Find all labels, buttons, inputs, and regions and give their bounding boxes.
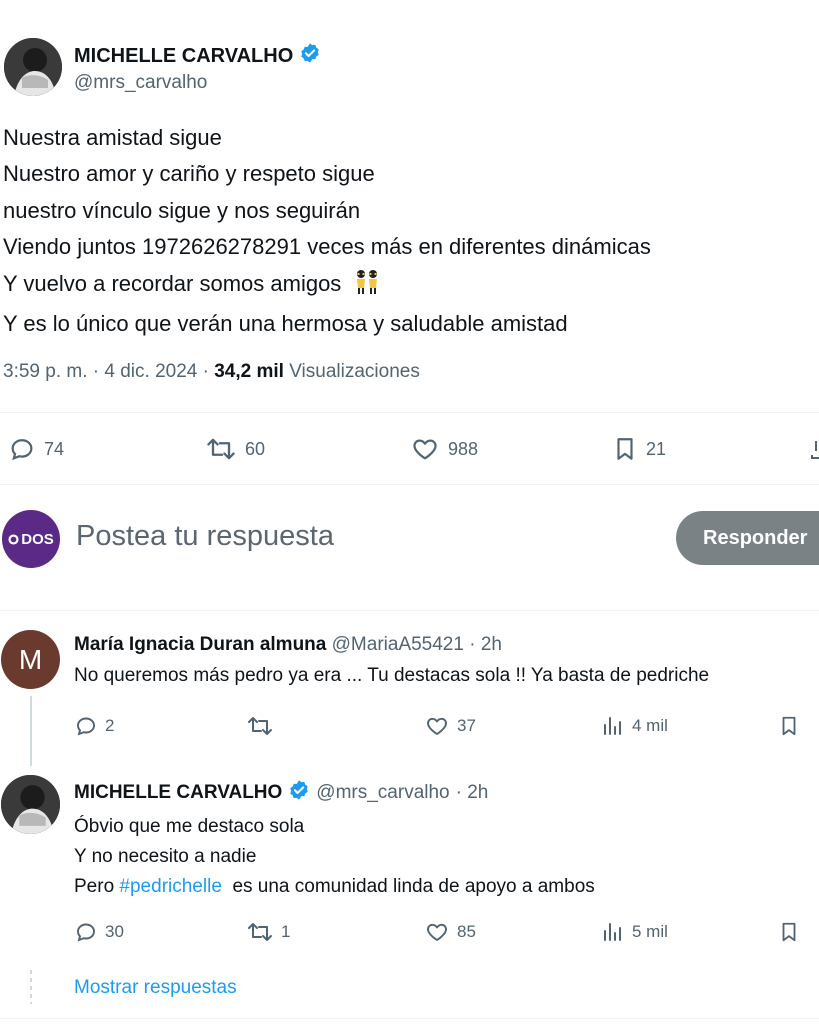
reply-line-suffix: es una comunidad linda de apoyo a ambos [221,876,595,897]
reply-author-handle[interactable]: @mrs_carvalho [316,782,449,804]
reply-button[interactable]: Responder [676,511,819,565]
reply-line: Y no necesito a nadie [74,846,257,867]
reply-header: MICHELLE CARVALHO @mrs_carvalho · 2h [74,779,488,807]
tweet-line: Nuestra amistad sigue [3,125,222,150]
retweet-icon [205,435,237,463]
reply-author-handle[interactable]: @MariaA55421 [332,634,464,655]
tweet-line: nuestro vínculo sigue y nos seguirán [3,197,361,223]
like-action[interactable]: 85 [424,920,476,944]
like-count: 988 [448,438,479,459]
reply-button-label: Responder [703,526,808,549]
reply-time[interactable]: · 2h [456,782,489,804]
reply-count: 74 [44,438,65,459]
dancers-emoji-icon [353,269,381,306]
tweet-line: Y vuelvo a recordar somos amigos [3,270,342,296]
divider [0,610,819,611]
reply-author-avatar[interactable] [1,775,60,834]
reply-text: Óbvio que me destaco sola Y no necesito … [74,812,595,902]
analytics-icon [601,920,625,944]
tweet-line: Nuestro amor y cariño y respeto sigue [3,161,375,187]
reply-time[interactable]: · 2h [469,634,502,655]
composer-avatar[interactable]: DOS [2,510,60,568]
reply-line: Pero #pedrichelle es una comunidad linda… [74,872,595,902]
reply-author-name[interactable]: MICHELLE CARVALHO [74,782,282,804]
reply-icon [8,435,36,463]
bookmark-icon[interactable] [778,714,800,743]
divider [0,484,819,485]
views-action[interactable]: 4 mil [601,714,668,738]
retweet-icon [246,714,274,738]
retweet-action[interactable]: 1 [246,920,290,944]
reply-line-prefix: Pero [74,876,120,897]
heart-icon [424,920,450,944]
author-name-row[interactable]: MICHELLE CARVALHO [74,42,321,70]
heart-icon [410,435,440,463]
reply-author-avatar[interactable]: M [1,630,60,689]
reply-header: María Ignacia Duran almuna @MariaA55421 … [74,634,502,656]
avatar-photo [4,38,62,96]
reply-icon [74,714,98,738]
like-action[interactable]: 37 [424,714,476,738]
tweet-timestamp[interactable]: 3:59 p. m. · 4 dic. 2024 · [3,361,214,382]
retweet-count: 1 [281,922,291,941]
retweet-icon [246,920,274,944]
dos-logo-icon: DOS [8,531,54,548]
author-name[interactable]: MICHELLE CARVALHO [74,45,293,68]
reply-author-name[interactable]: María Ignacia Duran almuna [74,634,326,655]
reply-line: Óbvio que me destaco sola [74,816,305,837]
bookmark-action[interactable]: 21 [612,435,666,463]
verified-badge-icon [299,42,321,70]
hashtag-link[interactable]: #pedrichelle [119,876,221,897]
like-count: 37 [457,716,476,735]
bookmark-icon [612,435,638,463]
tweet-line-with-emoji: Y vuelvo a recordar somos amigos [3,266,651,306]
divider [0,1018,819,1019]
reply-count: 2 [105,716,115,735]
share-icon[interactable] [810,437,819,466]
views-count: 4 mil [632,716,668,735]
show-replies-link[interactable]: Mostrar respuestas [74,977,237,999]
tweet-text: Nuestra amistad sigue Nuestro amor y car… [3,120,651,342]
reply-input[interactable]: Postea tu respuesta [76,520,334,553]
like-count: 85 [457,922,476,941]
reply-count: 30 [105,922,124,941]
retweet-count: 60 [245,438,266,459]
tweet-line: Y es lo único que verán una hermosa y sa… [3,311,568,337]
author-handle[interactable]: @mrs_carvalho [74,72,207,94]
views-action[interactable]: 5 mil [601,920,668,944]
verified-badge-icon [288,779,310,807]
analytics-icon [601,714,625,738]
retweet-action[interactable]: 60 [205,435,265,463]
like-action[interactable]: 988 [410,435,478,463]
tweet-meta: 3:59 p. m. · 4 dic. 2024 · 34,2 mil Visu… [3,361,420,383]
bookmark-icon[interactable] [778,920,800,949]
heart-icon [424,714,450,738]
avatar-letter: M [18,643,43,675]
bookmark-count: 21 [646,438,667,459]
tweet-line: Viendo juntos 1972626278291 veces más en… [3,234,651,260]
author-avatar[interactable] [4,38,62,96]
reply-action[interactable]: 30 [74,920,124,944]
reply-action[interactable]: 74 [8,435,64,463]
thread-connector [30,696,32,766]
divider [0,412,819,413]
views-count: 5 mil [632,922,668,941]
views-count: 34,2 mil [214,361,284,382]
reply-icon [74,920,98,944]
reply-text: No queremos más pedro ya era ... Tu dest… [74,665,710,686]
retweet-action[interactable] [246,714,281,738]
avatar-photo [1,775,60,834]
views-label: Visualizaciones [289,361,420,382]
thread-connector-dotted [30,970,32,1004]
reply-action[interactable]: 2 [74,714,114,738]
